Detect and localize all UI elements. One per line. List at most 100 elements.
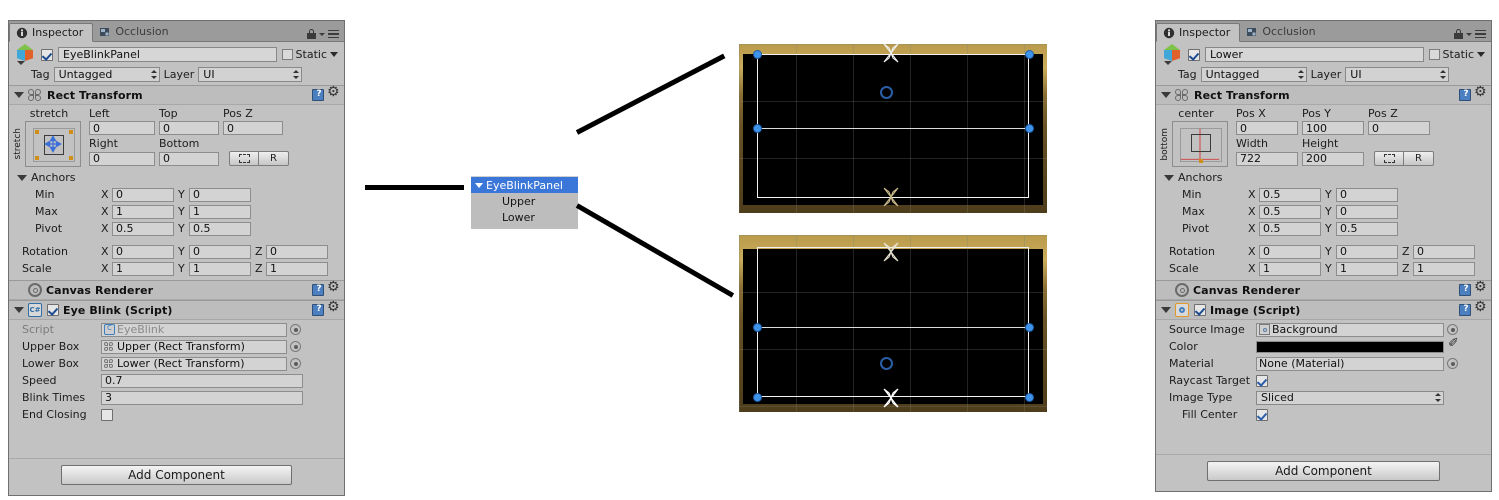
raw-edit-button-right[interactable]: R <box>1404 151 1434 166</box>
layer-dropdown-left[interactable]: UI <box>198 66 303 82</box>
anchors-foldout-icon-right[interactable] <box>1164 174 1174 181</box>
source-image-object-field[interactable]: Background <box>1256 322 1444 337</box>
anchors-foldout-row-right[interactable]: Anchors <box>1160 169 1487 186</box>
tag-dropdown-right[interactable]: Untagged <box>1200 66 1307 82</box>
hierarchy-item-eyeblinkpanel[interactable]: EyeBlinkPanel <box>471 177 578 193</box>
rotation-z-right[interactable]: 0 <box>1413 244 1475 259</box>
gear-icon[interactable] <box>1474 300 1487 316</box>
blink-times-field[interactable]: 3 <box>101 390 303 405</box>
static-checkbox-right[interactable] <box>1428 49 1440 60</box>
pivot-y-right[interactable]: 0.5 <box>1336 221 1398 236</box>
blueprint-mode-button-left[interactable] <box>229 151 259 166</box>
resize-handle-bottom-left-lower[interactable] <box>753 393 762 402</box>
speed-field[interactable]: 0.7 <box>101 373 303 388</box>
pivot-x-right[interactable]: 0.5 <box>1259 221 1321 236</box>
foldout-icon[interactable] <box>1161 307 1171 313</box>
foldout-icon[interactable] <box>14 92 24 98</box>
foldout-icon[interactable] <box>14 307 24 313</box>
posz-field-right[interactable]: 0 <box>1368 121 1430 135</box>
image-type-dropdown[interactable]: Sliced <box>1256 390 1444 405</box>
object-name-field-left[interactable]: EyeBlinkPanel <box>58 47 277 62</box>
tab-occlusion-right[interactable]: Occlusion <box>1240 22 1324 41</box>
rotation-x-left[interactable]: 0 <box>112 244 174 259</box>
help-icon[interactable] <box>312 284 325 296</box>
eyedropper-icon[interactable] <box>1448 337 1461 353</box>
object-enabled-checkbox-left[interactable] <box>41 48 53 61</box>
bottom-field[interactable]: 0 <box>159 151 219 166</box>
object-picker-icon[interactable] <box>290 358 301 369</box>
resize-handle-top-right-lower[interactable] <box>1025 323 1034 332</box>
hierarchy-item-lower[interactable]: Lower <box>471 209 578 225</box>
resize-handle-bottom-left-upper[interactable] <box>753 124 762 133</box>
anchor-preset-widget-left[interactable] <box>25 121 81 167</box>
pivot-handle[interactable] <box>880 86 893 99</box>
anchor-preset-widget-right[interactable] <box>1172 121 1228 167</box>
image-enabled-checkbox[interactable] <box>1194 304 1206 316</box>
object-picker-icon[interactable] <box>290 324 301 335</box>
anchor-min-y-right[interactable]: 0 <box>1336 187 1398 202</box>
pivot-handle[interactable] <box>880 357 893 370</box>
posx-field-right[interactable]: 0 <box>1236 121 1298 135</box>
upper-box-scene-view[interactable] <box>739 44 1047 213</box>
resize-handle-top-left-upper[interactable] <box>753 50 762 59</box>
object-picker-icon[interactable] <box>1447 324 1458 335</box>
scale-x-right[interactable]: 1 <box>1259 261 1321 276</box>
static-checkbox-left[interactable] <box>281 49 293 60</box>
tab-inspector-left[interactable]: Inspector <box>9 23 94 42</box>
color-swatch[interactable] <box>1256 340 1444 353</box>
anchor-max-y-right[interactable]: 0 <box>1336 204 1398 219</box>
gear-icon[interactable] <box>327 85 340 101</box>
hamburger-menu-icon[interactable] <box>328 29 339 39</box>
anchor-max-y-left[interactable]: 1 <box>189 204 251 219</box>
static-dropdown-icon-left[interactable] <box>330 52 338 57</box>
tab-occlusion-left[interactable]: Occlusion <box>93 22 177 41</box>
component-header-canvas-renderer-left[interactable]: Canvas Renderer <box>9 280 344 300</box>
gear-icon[interactable] <box>327 300 340 316</box>
object-name-field-right[interactable]: Lower <box>1205 47 1424 62</box>
help-icon[interactable] <box>1459 89 1472 101</box>
object-enabled-checkbox-right[interactable] <box>1188 48 1200 61</box>
static-dropdown-icon-right[interactable] <box>1477 52 1485 57</box>
hierarchy-item-upper[interactable]: Upper <box>471 193 578 209</box>
add-component-button-left[interactable]: Add Component <box>61 465 292 485</box>
lower-box-object-field[interactable]: Lower (Rect Transform) <box>101 356 287 371</box>
anchors-foldout-icon-left[interactable] <box>17 174 27 181</box>
scale-z-left[interactable]: 1 <box>266 261 328 276</box>
help-icon[interactable] <box>1459 284 1472 296</box>
add-component-button-right[interactable]: Add Component <box>1207 461 1440 481</box>
component-header-rect-transform-left[interactable]: Rect Transform <box>9 85 344 105</box>
scale-x-left[interactable]: 1 <box>112 261 174 276</box>
rotation-z-left[interactable]: 0 <box>266 244 328 259</box>
component-header-eye-blink-left[interactable]: Eye Blink (Script) <box>9 300 344 320</box>
help-icon[interactable] <box>312 304 325 316</box>
rotation-x-right[interactable]: 0 <box>1259 244 1321 259</box>
rotation-y-left[interactable]: 0 <box>189 244 251 259</box>
lock-icon[interactable] <box>307 29 316 39</box>
resize-handle-bottom-right-lower[interactable] <box>1025 393 1034 402</box>
posz-field-left[interactable]: 0 <box>223 121 283 135</box>
lower-box-scene-view[interactable] <box>739 235 1047 412</box>
script-object-field[interactable]: EyeBlink <box>101 322 287 337</box>
resize-handle-top-left-lower[interactable] <box>753 323 762 332</box>
anchor-max-x-left[interactable]: 1 <box>112 204 174 219</box>
pivot-x-left[interactable]: 0.5 <box>112 221 174 236</box>
blueprint-mode-button-right[interactable] <box>1374 151 1404 166</box>
component-header-rect-transform-right[interactable]: Rect Transform <box>1156 85 1491 105</box>
gear-icon[interactable] <box>1474 85 1487 101</box>
scale-y-left[interactable]: 1 <box>189 261 251 276</box>
height-field-right[interactable]: 200 <box>1302 151 1364 166</box>
top-field[interactable]: 0 <box>159 121 219 135</box>
upper-box-object-field[interactable]: Upper (Rect Transform) <box>101 339 287 354</box>
anchor-min-y-left[interactable]: 0 <box>189 187 251 202</box>
anchor-min-x-left[interactable]: 0 <box>112 187 174 202</box>
anchor-min-x-right[interactable]: 0.5 <box>1259 187 1321 202</box>
right-field[interactable]: 0 <box>89 151 155 166</box>
end-closing-checkbox[interactable] <box>101 408 113 421</box>
tab-inspector-right[interactable]: Inspector <box>1156 23 1241 42</box>
foldout-icon[interactable] <box>1161 92 1171 98</box>
raycast-target-checkbox[interactable] <box>1256 374 1268 387</box>
chevron-down-icon[interactable] <box>1466 32 1472 36</box>
lock-icon[interactable] <box>1454 29 1463 39</box>
tag-dropdown-left[interactable]: Untagged <box>53 66 160 82</box>
object-picker-icon[interactable] <box>1447 358 1458 369</box>
